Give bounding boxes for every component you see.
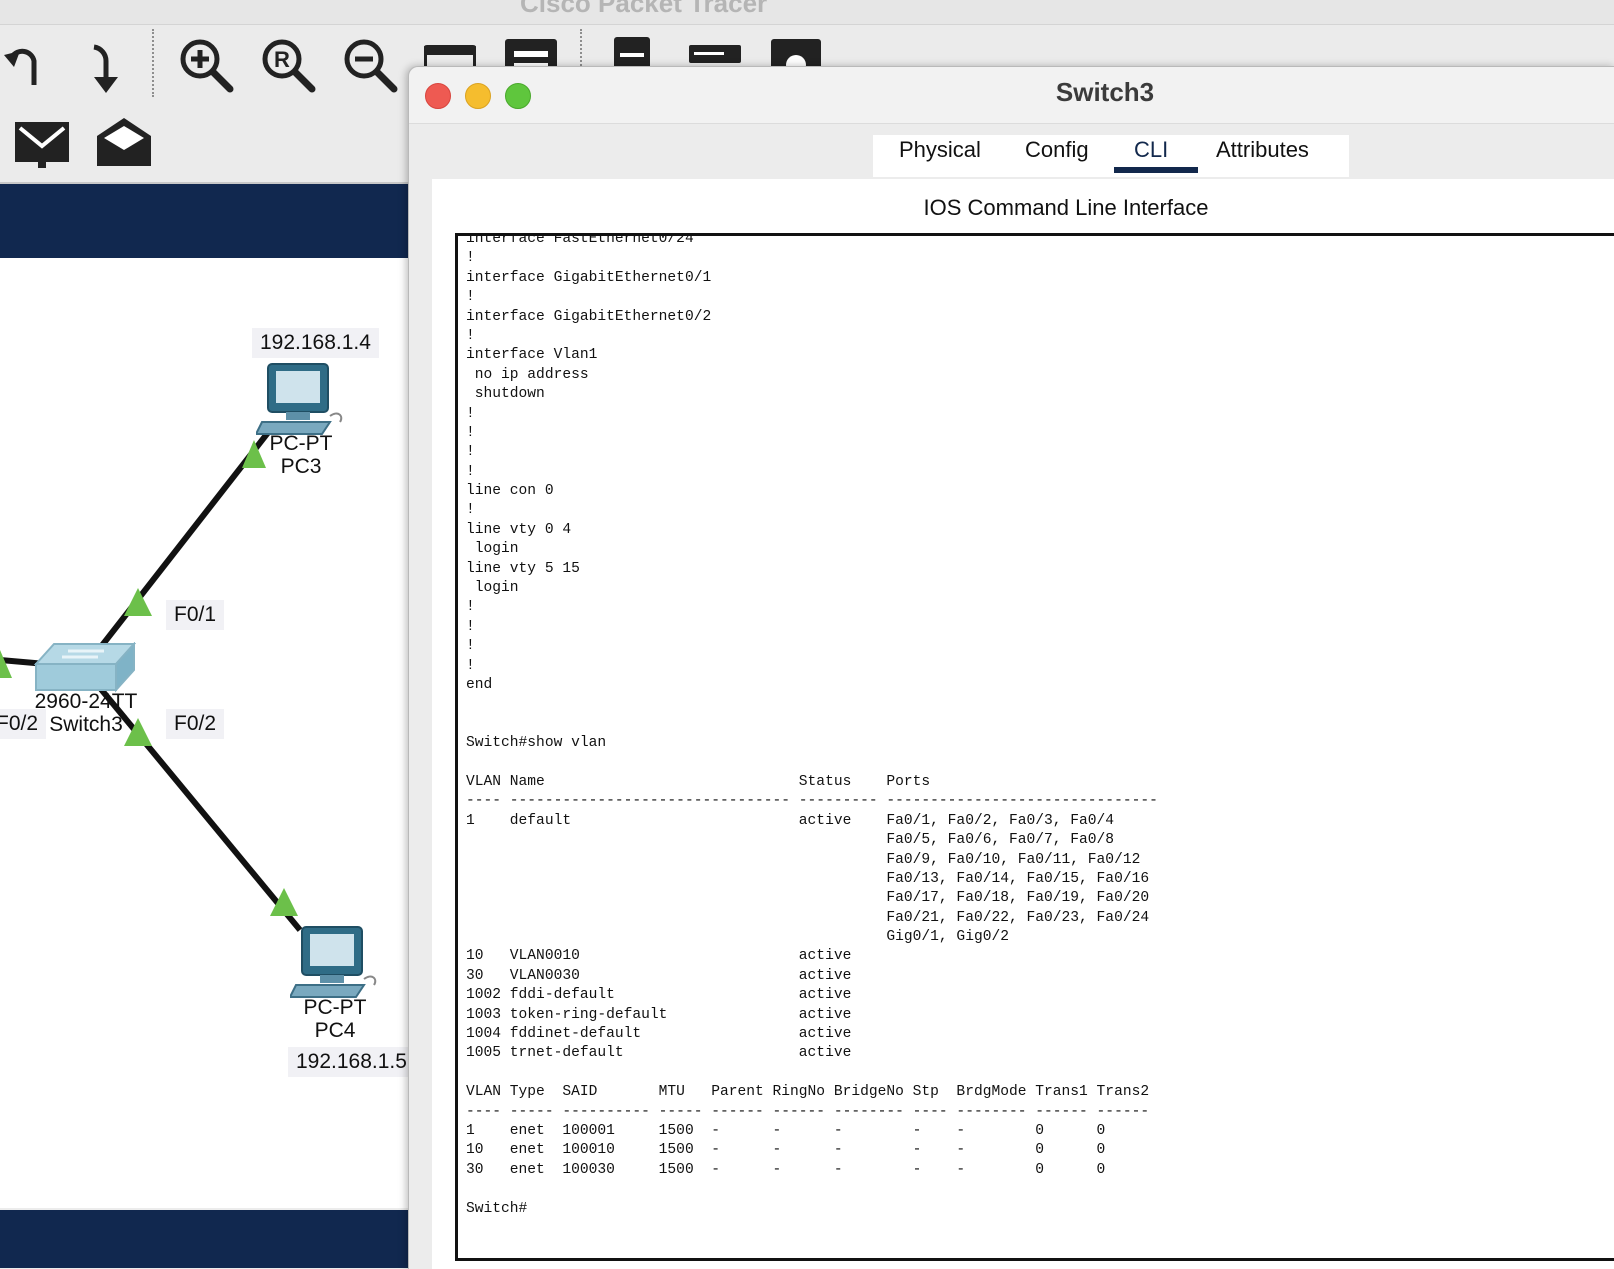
device-window: Switch3 Physical Config CLI Attributes I… <box>408 66 1614 1269</box>
terminal-line: interface GigabitEthernet0/1 <box>466 269 712 286</box>
pc4-model: PC-PT <box>303 996 367 1019</box>
link-status-up-icon <box>124 588 152 616</box>
terminal-line: VLAN Type SAID MTU Parent RingNo BridgeN… <box>466 1084 1150 1101</box>
terminal-line: Fa0/9, Fa0/10, Fa0/11, Fa0/12 <box>466 851 1141 868</box>
terminal-line: Switch#show vlan <box>466 735 607 752</box>
terminal-line: Gig0/1, Gig0/2 <box>466 929 1009 946</box>
terminal-line: 30 enet 100030 1500 - - - - - 0 0 <box>466 1161 1106 1178</box>
topology-canvas[interactable]: 192.168.1.4 PC-PT PC3 F0/1 F0/2 F0/2 296… <box>0 258 415 1208</box>
terminal-line: Fa0/21, Fa0/22, Fa0/23, Fa0/24 <box>466 909 1150 926</box>
pc3-device-label: PC-PT PC3 <box>266 432 336 478</box>
redo-icon[interactable] <box>84 39 128 95</box>
terminal-line: interface FastEthernet0/24 <box>466 233 694 247</box>
terminal-line: 1002 fddi-default active <box>466 987 852 1004</box>
switch3-model: 2960-24TT <box>34 690 138 713</box>
active-tab-indicator <box>1114 167 1198 173</box>
terminal-line: ---- -------------------------------- --… <box>466 793 1158 810</box>
terminal-line: VLAN Name Status Ports <box>466 773 931 790</box>
terminal-line: login <box>466 541 519 558</box>
tab-config[interactable]: Config <box>1025 137 1089 163</box>
pc3-model: PC-PT <box>269 432 333 455</box>
terminal-line: line vty 5 15 <box>466 560 580 577</box>
svg-text:R: R <box>274 47 290 72</box>
terminal-line: ! <box>466 502 475 519</box>
terminal-output: interface FastEthernet0/24! interface Gig… <box>466 233 1158 1219</box>
complex-pdu-icon[interactable] <box>96 116 152 168</box>
port-label-f01: F0/1 <box>166 600 225 630</box>
tab-attributes[interactable]: Attributes <box>1216 137 1309 163</box>
pc3-computer-icon[interactable] <box>256 360 346 440</box>
terminal-line: ! <box>466 599 475 616</box>
terminal-line: Fa0/17, Fa0/18, Fa0/19, Fa0/20 <box>466 890 1150 907</box>
pc4-computer-icon[interactable] <box>290 923 380 1003</box>
terminal-line: login <box>466 580 519 597</box>
app-title: Cisco Packet Tracer <box>520 0 768 18</box>
terminal-line: 1003 token-ring-default active <box>466 1006 852 1023</box>
workspace-bottom-bar <box>0 1210 410 1268</box>
terminal-line: 1005 trnet-default active <box>466 1045 852 1062</box>
terminal-line: shutdown <box>466 386 545 403</box>
window-titlebar[interactable]: Switch3 <box>409 67 1614 124</box>
terminal-line: 10 enet 100010 1500 - - - - - 0 0 <box>466 1142 1106 1159</box>
terminal-line: ! <box>466 618 475 635</box>
terminal-line: 30 VLAN0030 active <box>466 967 852 984</box>
terminal-line: ! <box>466 657 475 674</box>
terminal-line: ! <box>466 289 475 306</box>
link-status-up-icon <box>0 650 12 678</box>
zoom-in-icon[interactable] <box>178 37 234 93</box>
switch3-name: Switch3 <box>49 713 123 736</box>
zoom-reset-icon[interactable]: R <box>260 37 316 93</box>
app-titlebar: Cisco Packet Tracer <box>0 0 1614 25</box>
terminal-line: ! <box>466 327 475 344</box>
terminal-line: 1004 fddinet-default active <box>466 1026 852 1043</box>
terminal-line: 1 enet 100001 1500 - - - - - 0 0 <box>466 1122 1106 1139</box>
switch3-device-label: 2960-24TT Switch3 <box>28 690 144 736</box>
terminal-line: Fa0/5, Fa0/6, Fa0/7, Fa0/8 <box>466 832 1115 849</box>
terminal-line: interface Vlan1 <box>466 347 598 364</box>
terminal-line: line vty 0 4 <box>466 521 572 538</box>
cli-terminal[interactable]: interface FastEthernet0/24! interface Gig… <box>455 233 1614 1261</box>
pc4-name: PC4 <box>314 1019 356 1042</box>
terminal-line: Fa0/13, Fa0/14, Fa0/15, Fa0/16 <box>466 870 1150 887</box>
toolbar-separator <box>152 29 154 97</box>
terminal-line: 10 VLAN0010 active <box>466 948 852 965</box>
pc3-ip-label: 192.168.1.4 <box>252 328 379 358</box>
terminal-line: Switch# <box>466 1200 528 1217</box>
terminal-line: end <box>466 676 493 693</box>
terminal-line: ! <box>466 444 475 461</box>
port-label-f02: F0/2 <box>166 709 225 739</box>
terminal-line: ! <box>466 250 475 267</box>
switch-icon[interactable] <box>32 642 136 694</box>
terminal-line: interface GigabitEthernet0/2 <box>466 308 712 325</box>
terminal-line: 1 default active Fa0/1, Fa0/2, Fa0/3, Fa… <box>466 812 1115 829</box>
tab-physical[interactable]: Physical <box>899 137 981 163</box>
terminal-line: ! <box>466 424 475 441</box>
terminal-line: ! <box>466 405 475 422</box>
pc4-device-label: PC-PT PC4 <box>300 996 370 1042</box>
pc4-ip-label: 192.168.1.5 <box>288 1047 415 1077</box>
workspace-nav-bar <box>0 184 410 258</box>
cli-heading: IOS Command Line Interface <box>923 195 1209 220</box>
terminal-line: ! <box>466 638 475 655</box>
pc3-name: PC3 <box>280 455 322 478</box>
undo-icon[interactable] <box>4 39 48 89</box>
terminal-line: ! <box>466 463 475 480</box>
terminal-line: line con 0 <box>466 483 554 500</box>
window-title: Switch3 <box>1055 77 1155 107</box>
zoom-out-icon[interactable] <box>342 37 398 93</box>
terminal-line: ---- ----- ---------- ----- ------ -----… <box>466 1103 1150 1120</box>
simple-pdu-icon[interactable] <box>14 120 70 168</box>
terminal-line: no ip address <box>466 366 589 383</box>
tab-cli[interactable]: CLI <box>1134 137 1168 163</box>
